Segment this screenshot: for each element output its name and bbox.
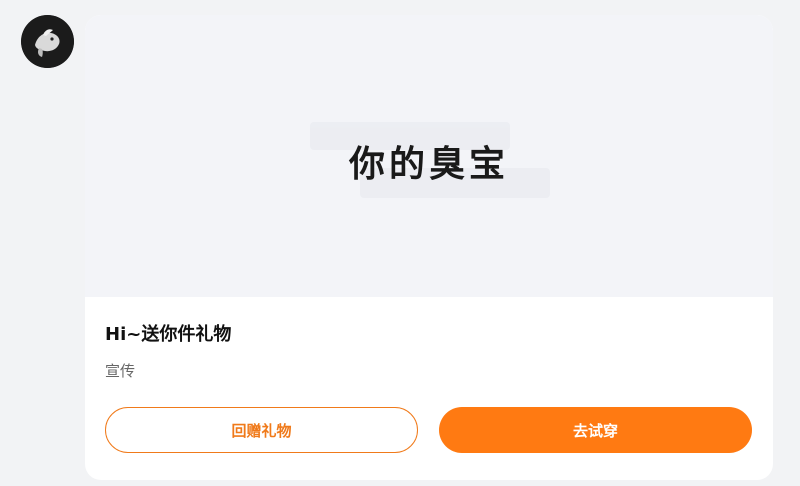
try-on-button[interactable]: 去试穿 <box>439 407 752 453</box>
message-title: Hi~送你件礼物 <box>105 324 232 345</box>
avatar[interactable] <box>21 15 74 68</box>
gift-message-card[interactable]: 你的臭宝 Hi~送你件礼物 宣传 回赠礼物 去试穿 <box>85 15 773 480</box>
gift-back-button[interactable]: 回赠礼物 <box>105 407 418 453</box>
gift-image[interactable]: 你的臭宝 <box>85 15 773 297</box>
avatar-image-icon <box>21 15 74 68</box>
chat-page: 你的臭宝 Hi~送你件礼物 宣传 回赠礼物 去试穿 <box>0 0 800 486</box>
message-subtitle: 宣传 <box>105 362 136 380</box>
sticker-text: 你的臭宝 <box>348 144 509 185</box>
